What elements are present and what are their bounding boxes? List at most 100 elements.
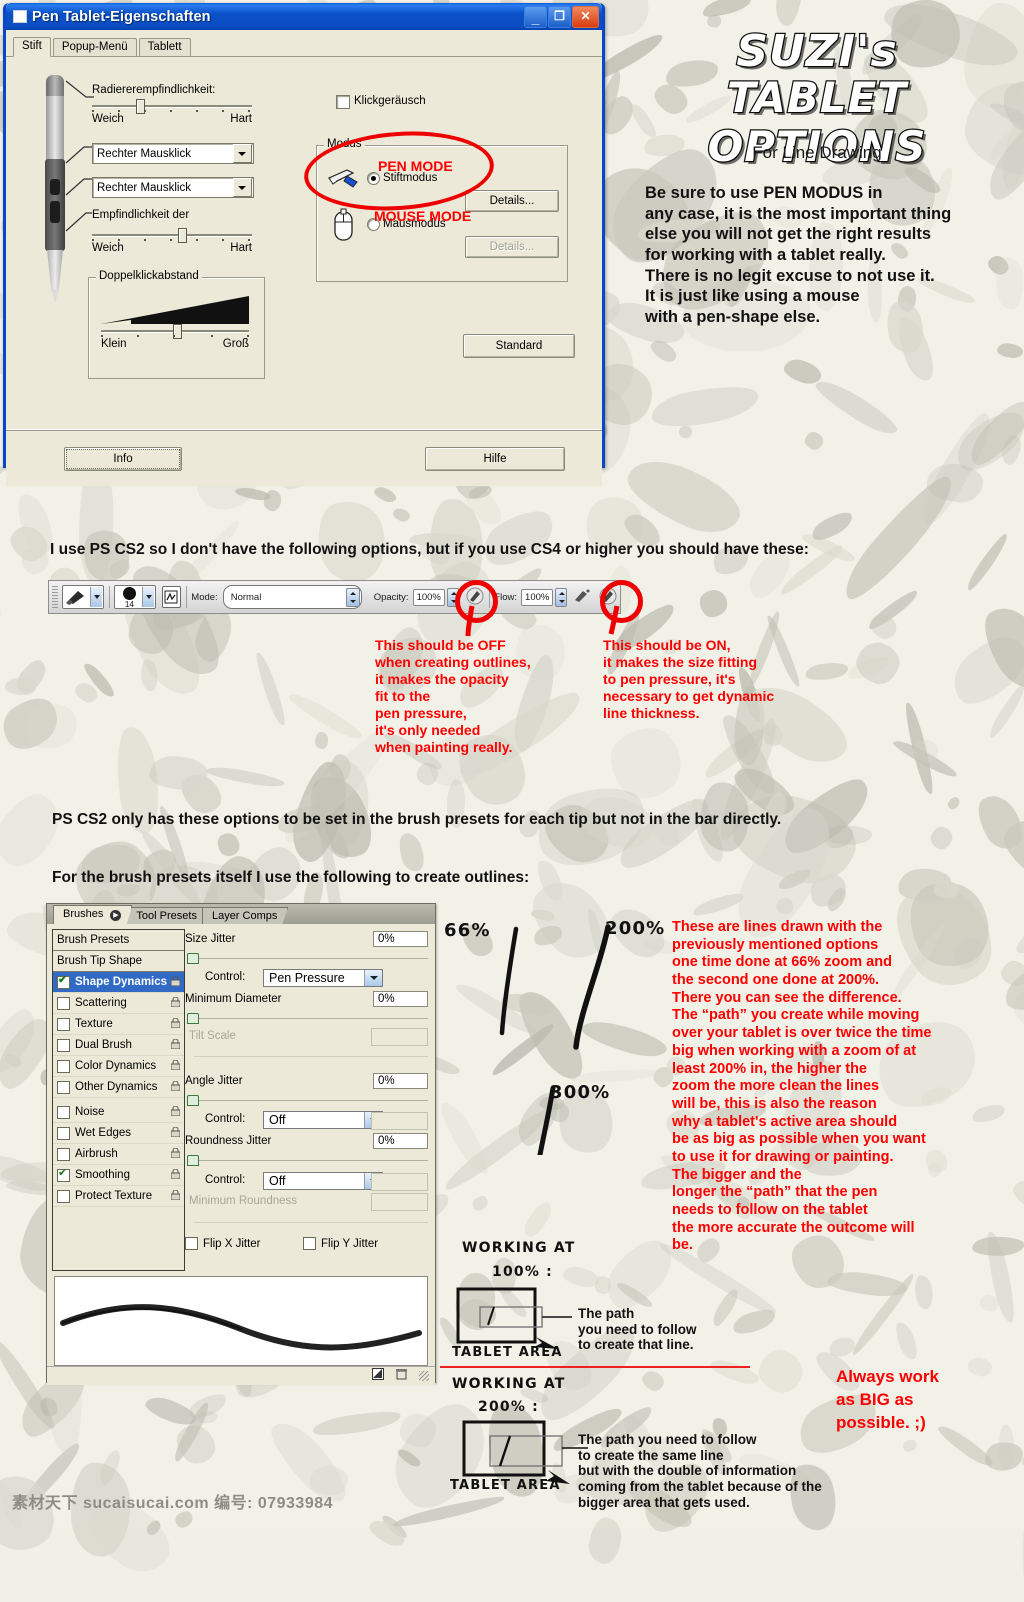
wet-edges-checkbox[interactable] (57, 1126, 70, 1140)
blend-mode-select[interactable]: Normal (222, 585, 362, 609)
minimum-diameter-value[interactable]: 0% (373, 991, 428, 1007)
flip-y-checkbox[interactable] (303, 1237, 316, 1250)
final-advice-note: Always work as BIG as possible. ;) (836, 1367, 939, 1432)
tab-layer-comps[interactable]: Layer Comps (201, 907, 289, 924)
maximize-button[interactable]: ❐ (548, 5, 571, 28)
list-item-smoothing[interactable]: Smoothing (53, 1165, 184, 1186)
eraser-max-label: Hart (230, 113, 252, 125)
list-item-label: Brush Presets (57, 934, 130, 946)
hilfe-button[interactable]: Hilfe (425, 447, 565, 471)
eraser-sensitivity-slider[interactable]: Weich Hart (92, 99, 252, 125)
other-dynamics-checkbox[interactable] (57, 1080, 70, 1094)
brush-preset-dropdown-arrow[interactable] (89, 587, 102, 607)
flip-x-jitter-row[interactable]: Flip X Jitter (185, 1237, 261, 1250)
brush-size-dropdown-arrow[interactable] (142, 587, 155, 607)
roundness-control-select[interactable]: Off (263, 1172, 383, 1190)
blend-mode-stepper[interactable] (345, 587, 360, 607)
airbrush-checkbox[interactable] (57, 1147, 70, 1161)
lock-icon[interactable] (170, 996, 181, 1008)
lock-icon[interactable] (170, 1059, 181, 1071)
minimize-button[interactable]: _ (524, 5, 547, 28)
pen-button-2-combo[interactable]: Rechter Mausklick (92, 177, 254, 198)
list-item-shape-dynamics[interactable]: Shape Dynamics (53, 972, 184, 993)
sensitivity-min-label: Weich (92, 242, 124, 254)
tab-stift[interactable]: Stift (13, 37, 51, 57)
toolbar-grip[interactable] (52, 586, 58, 608)
minimum-diameter-slider[interactable] (185, 1013, 430, 1024)
tab-tool-presets[interactable]: Tool Presets (126, 907, 208, 924)
size-control-select[interactable]: Pen Pressure (263, 969, 383, 987)
angle-control-extra (371, 1112, 428, 1130)
lock-icon[interactable] (170, 1168, 181, 1180)
roundness-control-value: Off (269, 1174, 286, 1188)
brush-size-picker[interactable]: 14 (114, 585, 157, 609)
lock-icon[interactable] (170, 1080, 181, 1092)
pen-button-1-combo[interactable]: Rechter Mausklick (92, 143, 254, 164)
lock-icon[interactable] (170, 1038, 181, 1050)
resize-grip[interactable] (419, 1371, 429, 1381)
angle-jitter-slider[interactable] (185, 1095, 430, 1106)
lock-icon[interactable] (170, 975, 181, 987)
zoom-explanation-note: These are lines drawn with the previousl… (672, 919, 932, 1254)
standard-button[interactable]: Standard (463, 334, 575, 358)
roundness-jitter-value[interactable]: 0% (373, 1133, 428, 1149)
protect-texture-checkbox[interactable] (57, 1189, 70, 1203)
dual-brush-checkbox[interactable] (57, 1038, 70, 1052)
chevron-down-icon[interactable] (233, 178, 252, 197)
close-button[interactable]: ✕ (572, 5, 599, 28)
flow-input[interactable]: 100% (521, 588, 554, 606)
flow-value: 100% (525, 591, 550, 603)
pen-details-button[interactable]: Details... (465, 190, 559, 212)
smoothing-checkbox[interactable] (57, 1166, 70, 1182)
lock-icon[interactable] (170, 1147, 181, 1159)
lock-icon[interactable] (170, 1126, 181, 1138)
dialog-footer: Info Hilfe (6, 429, 602, 486)
list-item-wet-edges[interactable]: Wet Edges (53, 1123, 184, 1144)
klickgeraeusch-checkbox[interactable] (336, 95, 350, 109)
shape-dynamics-checkbox[interactable] (57, 973, 70, 989)
list-item-protect-texture[interactable]: Protect Texture (53, 1186, 184, 1207)
lock-icon[interactable] (170, 1017, 181, 1029)
flip-x-checkbox[interactable] (185, 1237, 198, 1250)
list-item-color-dynamics[interactable]: Color Dynamics (53, 1056, 184, 1077)
tab-brushes[interactable]: Brushes ▶ (53, 905, 133, 924)
size-jitter-slider[interactable] (185, 953, 430, 964)
info-button[interactable]: Info (64, 447, 182, 471)
texture-checkbox[interactable] (57, 1017, 70, 1031)
list-item-other-dynamics[interactable]: Other Dynamics (53, 1077, 184, 1098)
list-item-noise[interactable]: Noise (53, 1102, 184, 1123)
list-item-airbrush[interactable]: Airbrush (53, 1144, 184, 1165)
list-item-texture[interactable]: Texture (53, 1014, 184, 1035)
roundness-jitter-slider[interactable] (185, 1155, 430, 1166)
opacity-input[interactable]: 100% (412, 588, 445, 606)
tip-sensitivity-slider[interactable]: Weich Hart (92, 228, 252, 254)
list-item-label: Texture (75, 1018, 113, 1030)
list-item-dual-brush[interactable]: Dual Brush (53, 1035, 184, 1056)
close-icon: ✕ (580, 8, 591, 23)
angle-jitter-value[interactable]: 0% (373, 1073, 428, 1089)
tab-tablett[interactable]: Tablett (138, 38, 191, 56)
scattering-checkbox[interactable] (57, 996, 70, 1010)
size-jitter-value[interactable]: 0% (373, 931, 428, 947)
chevron-down-icon[interactable] (233, 144, 252, 163)
airbrush-icon[interactable] (573, 588, 591, 607)
list-item-brush-tip-shape[interactable]: Brush Tip Shape (53, 951, 184, 972)
angle-control-select[interactable]: Off (263, 1111, 383, 1129)
button2-leader-line (65, 178, 92, 196)
noise-checkbox[interactable] (57, 1105, 70, 1119)
flip-y-jitter-row[interactable]: Flip Y Jitter (303, 1237, 378, 1250)
tab-popup-menu[interactable]: Popup-Menü (52, 38, 137, 56)
lock-icon[interactable] (170, 1189, 181, 1201)
brush-preset-picker[interactable] (61, 585, 104, 609)
color-dynamics-checkbox[interactable] (57, 1059, 70, 1073)
lock-icon[interactable] (170, 1105, 181, 1117)
chevron-down-icon[interactable] (364, 970, 382, 986)
delete-brush-icon[interactable] (396, 1367, 407, 1385)
toggle-brushes-palette-icon[interactable] (162, 586, 181, 608)
flow-stepper[interactable] (555, 587, 567, 607)
list-item-scattering[interactable]: Scattering (53, 993, 184, 1014)
list-item-brush-presets[interactable]: Brush Presets (53, 930, 184, 951)
new-brush-icon[interactable] (372, 1367, 384, 1385)
doubleclick-slider[interactable]: Klein Groß (101, 324, 249, 350)
photoshop-options-bar: 14 Mode: Normal Opacity: 100% Flow: 100% (48, 580, 621, 614)
